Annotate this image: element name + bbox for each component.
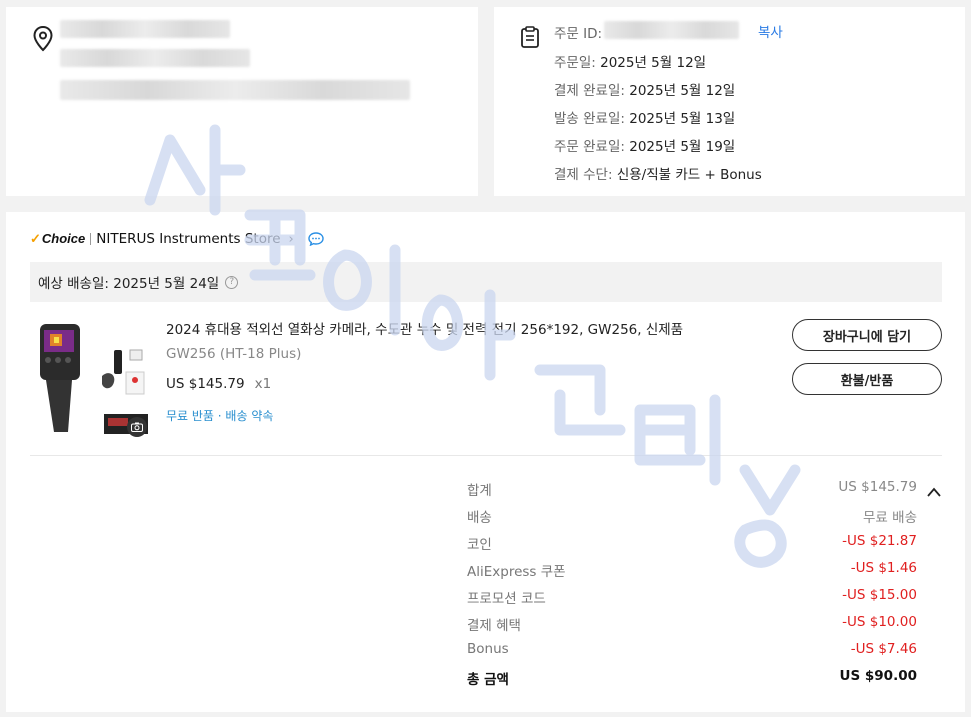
- summary-value: -US $7.46: [850, 641, 917, 657]
- choice-label: Choice: [41, 231, 86, 246]
- summary-row-promo-code: 프로모션 코드 -US $15.00: [467, 587, 917, 607]
- location-pin-icon: [33, 25, 53, 52]
- summary-value: -US $21.87: [842, 533, 917, 549]
- product-price: US $145.79: [166, 376, 245, 392]
- shipped-date-row: 발송 완료일: 2025년 5월 13일: [554, 107, 735, 127]
- order-date-label: 주문일:: [554, 55, 596, 71]
- section-divider: [30, 455, 942, 456]
- shipping-address-card: [6, 7, 478, 196]
- product-perks-link[interactable]: 무료 반품 · 배송 약속: [166, 407, 273, 424]
- refund-return-button[interactable]: 환불/반품: [792, 363, 942, 395]
- payment-date-row: 결제 완료일: 2025년 5월 12일: [554, 79, 735, 99]
- payment-date-label: 결제 완료일:: [554, 83, 625, 99]
- question-mark-icon[interactable]: ?: [225, 275, 239, 289]
- summary-value: -US $10.00: [842, 614, 917, 630]
- completed-date-value: 2025년 5월 19일: [629, 139, 736, 155]
- product-variant: GW256 (HT-18 Plus): [166, 346, 302, 362]
- summary-value: -US $1.46: [850, 560, 917, 576]
- payment-method-row: 결제 수단: 신용/직불 카드 + Bonus: [554, 163, 762, 183]
- estimated-delivery-text: 예상 배송일: 2025년 5월 24일: [38, 276, 220, 292]
- store-header: ✓Choice NITERUS Instruments Store ›: [30, 229, 324, 249]
- summary-row-payment-benefit: 결제 혜택 -US $10.00: [467, 614, 917, 634]
- summary-label: Bonus: [467, 641, 509, 657]
- completed-date-row: 주문 완료일: 2025년 5월 19일: [554, 135, 735, 155]
- summary-row-subtotal: 합계 US $145.79: [467, 479, 917, 499]
- payment-date-value: 2025년 5월 12일: [629, 83, 736, 99]
- summary-row-coupon: AliExpress 쿠폰 -US $1.46: [467, 560, 917, 580]
- summary-label: AliExpress 쿠폰: [467, 564, 566, 580]
- total-value: US $90.00: [839, 668, 917, 684]
- camera-icon[interactable]: [127, 417, 147, 437]
- copy-order-id-button[interactable]: 복사: [758, 21, 783, 41]
- summary-label: 결제 혜택: [467, 618, 521, 634]
- estimated-delivery-bar: 예상 배송일: 2025년 5월 24일 ?: [30, 262, 942, 302]
- payment-method-value: 신용/직불 카드 + Bonus: [616, 167, 762, 183]
- shipped-date-value: 2025년 5월 13일: [629, 111, 736, 127]
- redacted-street-address: [60, 80, 410, 100]
- summary-label: 코인: [467, 537, 492, 553]
- product-price-row: US $145.79 x1: [166, 376, 271, 392]
- summary-value: -US $15.00: [842, 587, 917, 603]
- payment-method-label: 결제 수단:: [554, 167, 613, 183]
- order-date-row: 주문일: 2025년 5월 12일: [554, 51, 706, 71]
- summary-value: 무료 배송: [863, 510, 917, 526]
- add-to-cart-button[interactable]: 장바구니에 담기: [792, 319, 942, 351]
- product-quantity: x1: [254, 376, 272, 392]
- store-order-card: ✓Choice NITERUS Instruments Store › 예상 배…: [6, 212, 965, 712]
- summary-row-total: 총 금액 US $90.00: [467, 668, 917, 688]
- chat-bubble-icon[interactable]: [308, 232, 324, 246]
- summary-label: 프로모션 코드: [467, 591, 546, 607]
- summary-label: 합계: [467, 483, 492, 499]
- summary-row-shipping: 배송 무료 배송: [467, 506, 917, 526]
- order-id-label: 주문 ID:: [554, 26, 603, 42]
- chevron-right-icon[interactable]: ›: [289, 232, 294, 247]
- redacted-recipient-phone: [60, 49, 250, 67]
- summary-row-bonus: Bonus -US $7.46: [467, 641, 917, 661]
- summary-label: 배송: [467, 510, 492, 526]
- order-id-row: 주문 ID:: [554, 22, 602, 42]
- completed-date-label: 주문 완료일:: [554, 139, 625, 155]
- shipped-date-label: 발송 완료일:: [554, 111, 625, 127]
- redacted-order-id: [604, 21, 739, 39]
- redacted-recipient-name: [60, 20, 230, 38]
- clipboard-icon: [521, 26, 539, 48]
- total-label: 총 금액: [467, 672, 509, 688]
- summary-value: US $145.79: [838, 479, 917, 495]
- chevron-up-icon[interactable]: [927, 487, 941, 497]
- choice-badge: ✓Choice: [30, 231, 86, 246]
- product-title-link[interactable]: 2024 휴대용 적외선 열화상 카메라, 수도관 누수 및 전력 전기 256…: [166, 318, 683, 338]
- order-info-card: 주문 ID: 복사 주문일: 2025년 5월 12일 결제 완료일: 2025…: [494, 7, 965, 196]
- divider: [90, 233, 92, 245]
- store-name-link[interactable]: NITERUS Instruments Store: [96, 231, 280, 247]
- summary-row-coins: 코인 -US $21.87: [467, 533, 917, 553]
- order-date-value: 2025년 5월 12일: [600, 55, 707, 71]
